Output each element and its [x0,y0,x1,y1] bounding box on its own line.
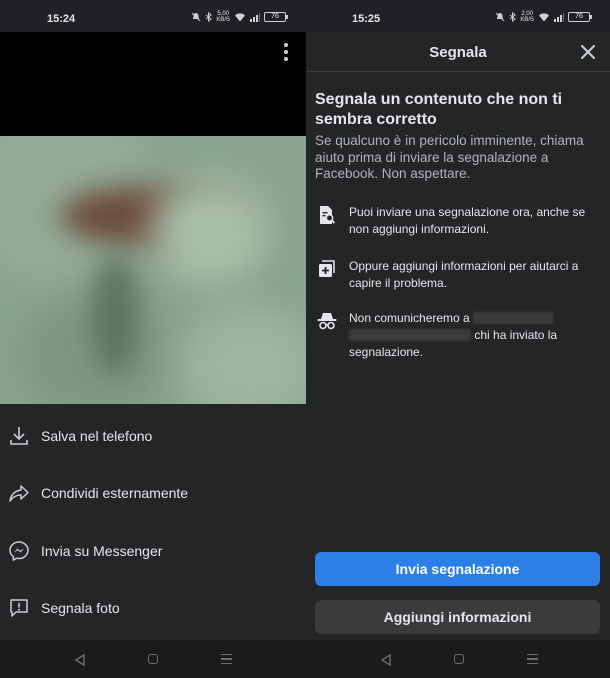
add-info-icon [319,260,335,277]
info-text: Non comunicheremo a chi ha inviato la se… [349,311,558,359]
wifi-icon [539,13,549,22]
report-icon [10,599,28,617]
bluetooth-icon [510,12,517,22]
close-icon[interactable] [578,42,598,62]
menu-label: Condividi esternamente [41,485,189,501]
blurred-photo [0,136,306,404]
net-speed: 2,00 KB/S [520,11,534,23]
download-icon [10,427,28,445]
menu-label: Segnala foto [41,600,120,616]
redacted-text [473,312,554,324]
back-nav-icon[interactable] [74,654,86,666]
report-heading: Segnala un contenuto che non ti sembra c… [315,91,563,128]
info-text: Puoi inviare una segnalazione ora, anche… [349,205,586,236]
document-search-icon [320,206,336,224]
page-title: Segnala [429,44,487,61]
home-nav-icon[interactable] [148,654,158,664]
signal-icon [250,13,260,22]
mute-icon [495,12,505,22]
system-nav-bar [306,640,610,678]
report-header: Segnala [306,32,610,72]
share-icon [9,485,29,502]
home-nav-icon[interactable] [454,654,464,664]
incognito-icon [317,313,337,330]
menu-label: Invia su Messenger [41,543,163,559]
status-bar: 15:24 5,00 KB/S 76 [0,0,306,32]
info-text: Oppure aggiungi informazioni per aiutarc… [349,259,579,290]
redacted-text [349,329,471,341]
net-speed: 5,00 KB/S [216,11,230,23]
share-externally-button[interactable]: Condividi esternamente [0,468,306,518]
bluetooth-icon [206,12,213,22]
system-nav-bar [0,640,306,678]
messenger-icon [9,541,29,562]
send-on-messenger-button[interactable]: Invia su Messenger [0,526,306,576]
menu-label: Salva nel telefono [41,428,153,444]
send-report-button[interactable]: Invia segnalazione [315,552,600,586]
status-icons: 5,00 KB/S 76 [191,11,288,23]
status-time: 15:25 [352,13,381,25]
report-photo-button[interactable]: Segnala foto [0,583,306,633]
report-screen: 15:25 2,00 KB/S 76 Segnala Segnala un con… [306,0,610,678]
report-subtext: Se qualcuno è in pericolo imminente, chi… [315,133,584,181]
battery-indicator: 76 [568,12,592,22]
recents-nav-icon[interactable] [527,654,538,664]
save-to-phone-button[interactable]: Salva nel telefono [0,411,306,461]
add-information-button[interactable]: Aggiungi informazioni [315,600,600,634]
wifi-icon [235,13,245,22]
more-options-icon[interactable] [276,40,296,64]
status-bar: 15:25 2,00 KB/S 76 [306,0,610,32]
signal-icon [554,13,564,22]
mute-icon [191,12,201,22]
battery-indicator: 76 [264,12,288,22]
recents-nav-icon[interactable] [221,654,232,664]
back-nav-icon[interactable] [380,654,392,666]
status-time: 15:24 [47,13,76,25]
photo-top-bar [0,32,306,136]
photo-viewer-screen: 15:24 5,00 KB/S 76 Salva nel telefono Con… [0,0,306,678]
status-icons: 2,00 KB/S 76 [495,11,592,23]
report-intro: Segnala un contenuto che non ti sembra c… [315,90,603,183]
